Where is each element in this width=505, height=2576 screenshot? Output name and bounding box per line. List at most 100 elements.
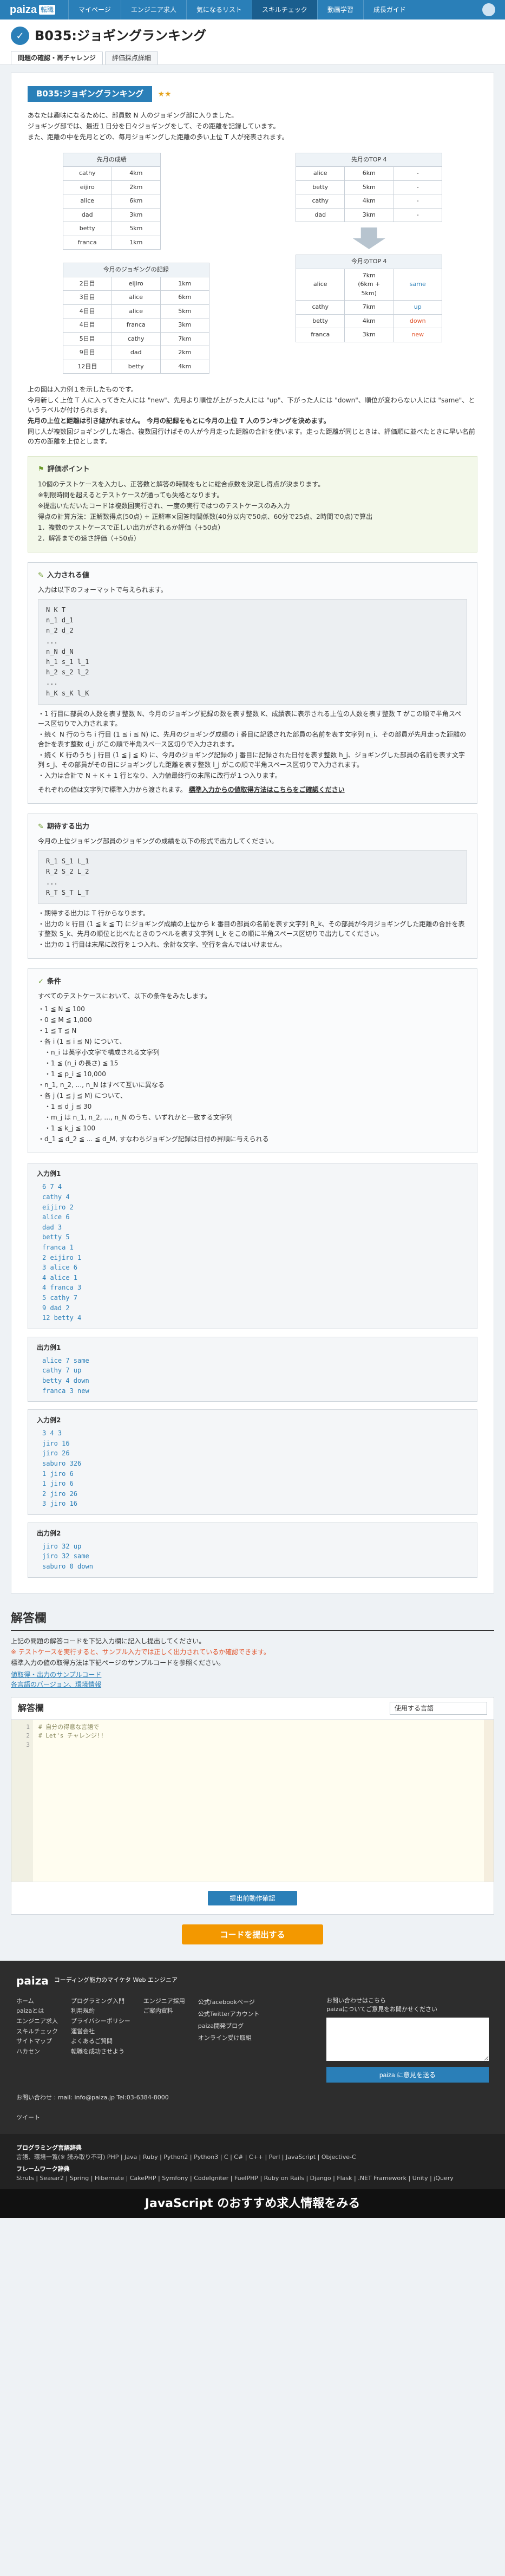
sample-label: 出力例1 (37, 1343, 61, 1351)
footer-link[interactable]: プログラミング入門 (71, 1996, 130, 2007)
sample-code-link[interactable]: 値取得・出力のサンプルコード (11, 1670, 494, 1680)
table-cell: 2km (111, 180, 161, 194)
env-info-link[interactable]: 各言語のバージョン、環境情報 (11, 1680, 494, 1689)
table-row: 4日目 alice 5km (62, 304, 209, 318)
table-cell: 5km (160, 304, 209, 318)
sample-text: 6 7 4 cathy 4 eijiro 2 alice 6 dad 3 bet… (42, 1183, 82, 1322)
stdin-help-link[interactable]: 標準入力からの値取得方法はこちらをご確認ください (189, 786, 345, 793)
job-banner[interactable]: JavaScript のおすすめ求人情報をみる (0, 2189, 505, 2219)
output-note: ・出力の k 行目 (1 ≦ k ≦ T) にジョギング成績の上位から k 番目… (38, 920, 465, 938)
footer-link[interactable]: スキルチェック (16, 2027, 58, 2037)
footer-link[interactable]: よくあるご質問 (71, 2037, 130, 2047)
table-row: eijiro 2km (62, 180, 161, 194)
body-line: 上の図は入力例１を示したものです。 (28, 386, 137, 393)
table-cell: betty (296, 314, 345, 328)
input-box: ✎ 入力される値 入力は以下のフォーマットで与えられます。 N K T n_1 d… (28, 562, 477, 804)
nav-item[interactable]: 気になるリスト (186, 0, 252, 19)
run-test-button[interactable]: 提出前動作確認 (208, 1890, 297, 1905)
input-title: 入力される値 (47, 571, 89, 580)
table-cell: 1km (111, 235, 161, 250)
footer-link[interactable]: ハカセン (16, 2047, 58, 2057)
submit-code-button[interactable]: コードを提出する (182, 1924, 323, 1944)
nav-item[interactable]: エンジニア求人 (120, 0, 186, 19)
table-row: betty 5km - (296, 180, 443, 194)
tab-problem[interactable]: 問題の確認・再チャレンジ (11, 51, 103, 64)
samples: 入力例1 6 7 4 cathy 4 eijiro 2 alice 6 dad 3… (28, 1163, 477, 1578)
line-numbers: 1 2 3 (11, 1719, 33, 1882)
footer-link[interactable]: エンジニア求人 (16, 2016, 58, 2027)
code-area[interactable]: # 自分の得意な言語で # Let's チャレンジ!! (33, 1720, 484, 1882)
editor-scrollbar[interactable] (484, 1719, 494, 1882)
logo-sub: 転職 (39, 5, 56, 15)
social-link[interactable]: 公式facebookページ (198, 1996, 260, 2008)
social-link[interactable]: 公式Twitterアカウント (198, 2008, 260, 2020)
table-row: alice 6km (62, 194, 161, 209)
footer-tagline: コーディング能力のマイケタ Web エンジニア (54, 1976, 178, 1984)
social-link[interactable]: オンライン受け取組 (198, 2032, 260, 2044)
input-format: N K T n_1 d_1 n_2 d_2 ... n_N d_N h_1 s_… (38, 599, 467, 705)
footer-link[interactable]: プライバシーポリシー (71, 2016, 130, 2027)
table-cell: 4日目 (62, 304, 112, 318)
difficulty-stars: ★★ (158, 90, 172, 99)
table-cell: alice (111, 290, 161, 305)
footer-link[interactable]: 運営会社 (71, 2027, 130, 2037)
avatar[interactable] (482, 3, 495, 16)
flag-icon: ⚑ (38, 465, 44, 473)
input-note: ・1 行目に部員の人数を表す整数 N、今月のジョギング記録の数を表す整数 K、成… (38, 710, 462, 727)
table-cell: cathy (111, 331, 161, 346)
table-header-row: 先月のTOP 4 (296, 152, 443, 167)
nav-item[interactable]: マイページ (68, 0, 121, 19)
code-editor[interactable]: 1 2 3 # 自分の得意な言語で # Let's チャレンジ!! (11, 1719, 494, 1882)
condition-item: ・1 ≦ k_j ≦ 100 (38, 1124, 96, 1133)
footer-link[interactable]: サイトマップ (16, 2037, 58, 2047)
output-notes: ・期待する出力は T 行からなります。 ・出力の k 行目 (1 ≦ k ≦ T)… (38, 908, 467, 949)
nav-item[interactable]: 成長ガイド (363, 0, 416, 19)
table-cell: down (393, 314, 443, 328)
paiza-logo[interactable]: paiza 転職 (10, 2, 56, 18)
table-header-row: 今月のジョギングの記録 (62, 263, 209, 277)
table-cell: same (393, 268, 443, 301)
footer-link[interactable]: ホーム (16, 1996, 58, 2007)
skillcheck-icon: ✓ (11, 27, 29, 45)
output-title: 期待する出力 (47, 822, 89, 831)
feedback-textarea[interactable] (326, 2017, 489, 2061)
feedback-submit-button[interactable]: paiza に意見を送る (326, 2067, 489, 2083)
table-cell: alice (62, 194, 112, 209)
table-header: 今月のジョギングの記録 (62, 263, 209, 277)
conditions-box: ✓ 条件 すべてのテストケースにおいて、以下の条件をみたします。 ・1 ≦ N ≦… (28, 968, 477, 1154)
check-icon: ✓ (38, 977, 44, 986)
footer-logo[interactable]: paiza (16, 1973, 49, 1989)
footer-link[interactable]: エンジニア採用 (143, 1996, 185, 2007)
table-cell: 3日目 (62, 290, 112, 305)
nav-item[interactable]: スキルチェック (251, 0, 317, 19)
condition-item: ・各 j (1 ≦ j ≦ M) について、 (38, 1092, 127, 1100)
sample-block: 入力例1 6 7 4 cathy 4 eijiro 2 alice 6 dad 3… (28, 1163, 477, 1329)
nav-item[interactable]: 動画学習 (317, 0, 363, 19)
table-cell: cathy (296, 194, 345, 209)
condition-list: ・1 ≦ N ≦ 100 ・0 ≦ M ≦ 1,000 ・1 ≦ T ≦ N ・各 i… (38, 1004, 467, 1144)
footer-link[interactable]: 転職を成功させよう (71, 2047, 130, 2057)
footer-link[interactable]: 利用規約 (71, 2006, 130, 2016)
footer-col-1: ホーム paizaとは エンジニア求人 スキルチェック サイトマップ ハカセン (16, 1996, 58, 2083)
input-notes: ・1 行目に部員の人数を表す整数 N、今月のジョギング記録の数を表す整数 K、成… (38, 709, 467, 780)
eval-lines: 10個のテストケースを入力し、正答数と解答の時間をもとに総合点数を決定し得点が決… (38, 479, 467, 543)
fw-list[interactable]: Struts | Seasar2 | Spring | Hibernate | … (16, 2174, 489, 2183)
table-cell: 1km (160, 276, 209, 291)
footer-link[interactable]: ご案内資料 (143, 2006, 185, 2016)
contact-info: お問い合わせ : mail: info@paiza.jp Tel:03-6384… (16, 2094, 169, 2102)
this-month-top-table: 今月のTOP 4 alice 7km (6km + 5km) same cathy 7km… (296, 255, 443, 342)
langs-list[interactable]: 言語、環境一覧(※ 読み取り不可) PHP | Java | Ruby | Py… (16, 2153, 489, 2162)
output-box: ✎ 期待する出力 今月の上位ジョギング部員のジョギングの成績を以下の形式で出力して… (28, 813, 477, 959)
footer-link[interactable]: paizaとは (16, 2006, 58, 2016)
social-link[interactable]: paiza開発ブログ (198, 2020, 260, 2032)
language-select[interactable]: 使用する言語 (390, 1701, 487, 1715)
tab-result[interactable]: 評価採点詳細 (104, 51, 158, 64)
output-icon: ✎ (38, 822, 44, 831)
table-cell: 3km (160, 318, 209, 333)
table-cell: franca (296, 328, 345, 342)
table-cell: 7km (160, 331, 209, 346)
table-row: dad 3km - (296, 207, 443, 222)
user-menu[interactable] (482, 3, 495, 16)
tweet-link[interactable]: ツイート (16, 2113, 489, 2123)
output-format: R_1 S_1 L_1 R_2 S_2 L_2 ... R_T S_T L_T (38, 850, 467, 904)
